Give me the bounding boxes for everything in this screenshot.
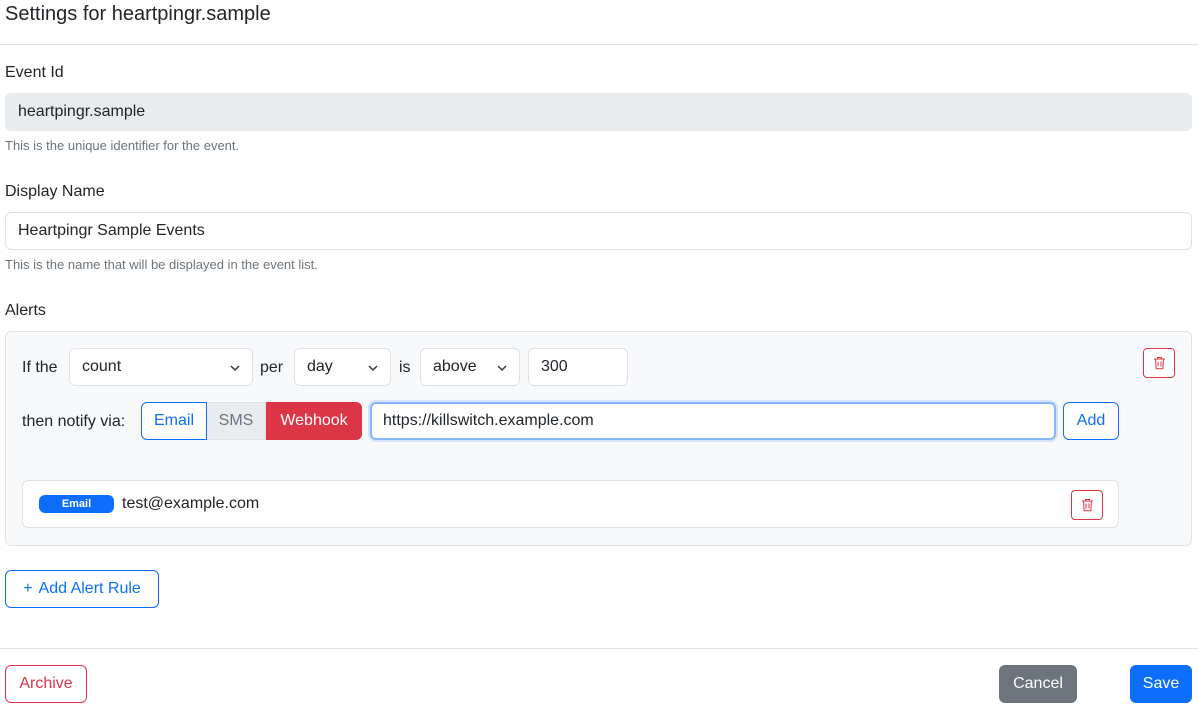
- is-label: is: [399, 359, 411, 376]
- metric-select[interactable]: count: [69, 348, 253, 386]
- display-name-help: This is the name that will be displayed …: [5, 257, 318, 272]
- trash-icon: [1082, 499, 1093, 512]
- chevron-down-icon: [497, 365, 507, 372]
- recipient-value: test@example.com: [122, 495, 260, 512]
- per-label: per: [260, 359, 284, 376]
- threshold-input[interactable]: 300: [528, 348, 628, 386]
- display-name-field[interactable]: Heartpingr Sample Events: [5, 212, 1192, 250]
- add-alert-rule-button[interactable]: + Add Alert Rule: [5, 570, 159, 608]
- channel-email-button[interactable]: Email: [141, 402, 207, 440]
- page-title: Settings for heartpingr.sample: [5, 3, 271, 25]
- delete-recipient-button[interactable]: [1071, 490, 1103, 520]
- archive-button[interactable]: Archive: [5, 665, 87, 703]
- chevron-down-icon: [368, 365, 378, 372]
- modal-header: Settings for heartpingr.sample: [0, 0, 1198, 45]
- alerts-label: Alerts: [5, 302, 46, 319]
- event-id-help: This is the unique identifier for the ev…: [5, 138, 240, 153]
- save-button[interactable]: Save: [1130, 665, 1192, 703]
- delete-rule-button[interactable]: [1143, 348, 1175, 378]
- recipient-item: Email test@example.com: [22, 480, 1119, 528]
- trash-icon: [1154, 357, 1165, 370]
- comparison-value: above: [433, 358, 477, 375]
- if-label: If the: [22, 359, 58, 376]
- channel-webhook-button[interactable]: Webhook: [266, 402, 362, 440]
- event-id-field: heartpingr.sample: [5, 93, 1192, 131]
- webhook-url-input[interactable]: https://killswitch.example.com: [370, 402, 1056, 440]
- recipient-type-badge: Email: [39, 495, 114, 513]
- cancel-button[interactable]: Cancel: [999, 665, 1077, 703]
- channel-toggle-group: Email SMS Webhook: [141, 402, 362, 440]
- plus-icon: +: [23, 580, 33, 597]
- add-recipient-button[interactable]: Add: [1063, 402, 1119, 440]
- display-name-label: Display Name: [5, 183, 105, 200]
- channel-sms-button[interactable]: SMS: [207, 402, 266, 440]
- metric-value: count: [82, 358, 122, 375]
- footer-divider: [0, 648, 1198, 649]
- period-value: day: [307, 358, 333, 375]
- notify-label: then notify via:: [22, 413, 126, 430]
- event-id-label: Event Id: [5, 64, 64, 81]
- add-alert-rule-label: Add Alert Rule: [38, 580, 141, 597]
- period-select[interactable]: day: [294, 348, 391, 386]
- comparison-select[interactable]: above: [420, 348, 520, 386]
- chevron-down-icon: [230, 365, 240, 372]
- alert-rule-card: If the count per day is above 300 then n…: [5, 331, 1192, 546]
